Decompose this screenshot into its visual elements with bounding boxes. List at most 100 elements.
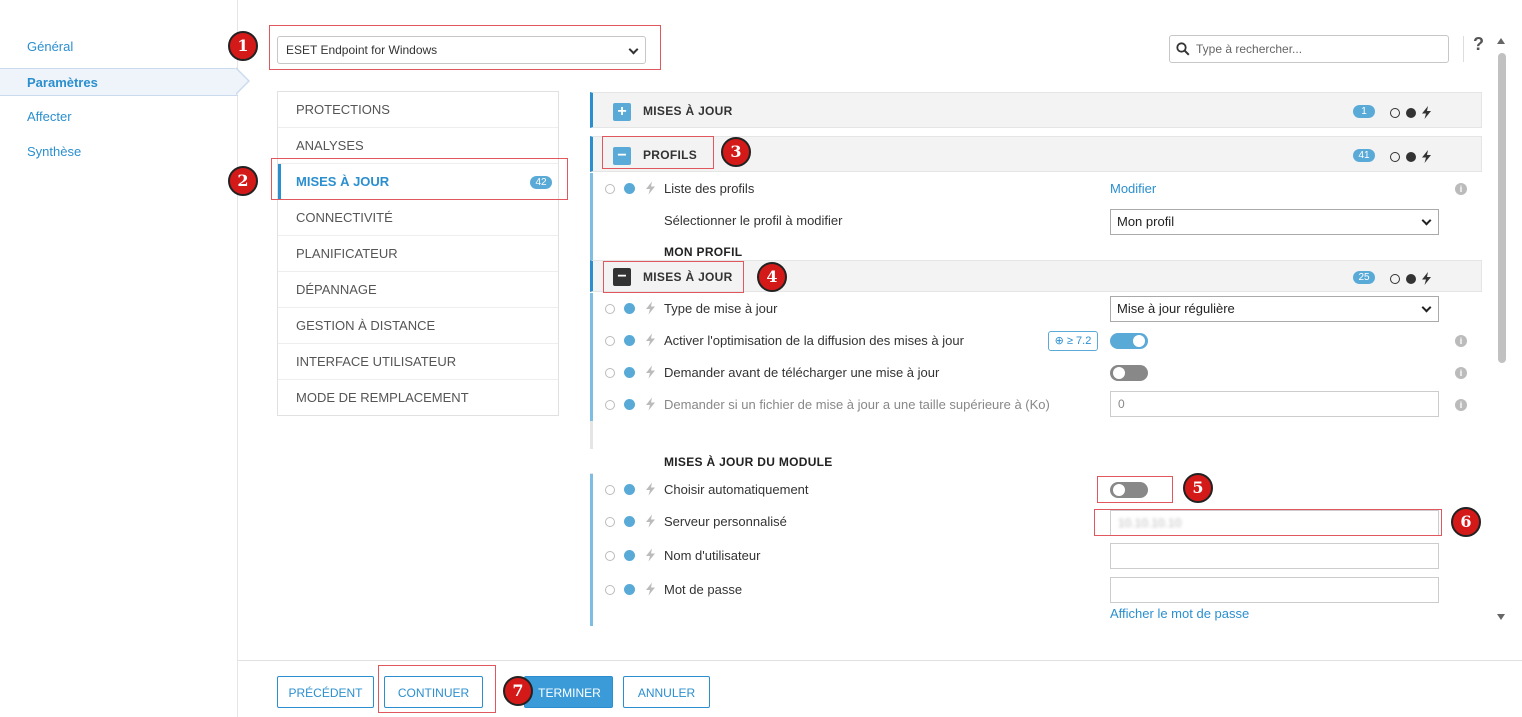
expand-icon[interactable]: + bbox=[613, 103, 631, 121]
show-password-link[interactable]: Afficher le mot de passe bbox=[1110, 606, 1249, 621]
bolt-icon[interactable] bbox=[646, 181, 655, 195]
bolt-icon[interactable] bbox=[646, 397, 655, 411]
setting-row-optimize: Activer l'optimisation de la diffusion d… bbox=[590, 325, 1482, 357]
ask-before-toggle[interactable] bbox=[1110, 365, 1148, 381]
category-item-override-mode[interactable]: MODE DE REMPLACEMENT bbox=[278, 380, 558, 416]
force-flag-icon[interactable] bbox=[624, 399, 635, 410]
previous-button[interactable]: PRÉCÉDENT bbox=[277, 676, 374, 708]
annotation-marker-1: 1 bbox=[228, 31, 258, 61]
apply-flag-icon[interactable] bbox=[605, 184, 615, 194]
section-header-updates[interactable]: + MISES À JOUR 1 bbox=[590, 92, 1482, 128]
apply-flag-icon[interactable] bbox=[605, 485, 615, 495]
nav-item-summary[interactable]: Synthèse bbox=[0, 138, 238, 166]
password-input[interactable] bbox=[1110, 577, 1439, 603]
bolt-icon[interactable] bbox=[646, 301, 655, 315]
setting-row-ask-size: Demander si un fichier de mise à jour a … bbox=[590, 389, 1482, 421]
scroll-down-icon[interactable] bbox=[1497, 614, 1505, 620]
category-item-connectivity[interactable]: CONNECTIVITÉ bbox=[278, 200, 558, 236]
bolt-icon[interactable] bbox=[1422, 272, 1431, 286]
optimize-toggle[interactable] bbox=[1110, 333, 1148, 349]
info-icon[interactable]: i bbox=[1455, 399, 1467, 411]
setting-row-update-type: Type de mise à jour Mise à jour régulièr… bbox=[590, 293, 1482, 325]
force-flag-icon[interactable] bbox=[624, 584, 635, 595]
scroll-up-icon[interactable] bbox=[1497, 38, 1505, 44]
left-navigation: Général Paramètres Affecter Synthèse bbox=[0, 0, 238, 717]
cancel-button[interactable]: ANNULER bbox=[623, 676, 710, 708]
annotation-box-7 bbox=[378, 665, 496, 713]
policy-flags bbox=[1390, 148, 1431, 164]
apply-flag-icon[interactable] bbox=[1390, 273, 1400, 284]
modify-profiles-link[interactable]: Modifier bbox=[1110, 173, 1156, 205]
chevron-down-icon bbox=[1421, 302, 1432, 313]
section-count-badge: 41 bbox=[1353, 149, 1375, 162]
force-flag-icon[interactable] bbox=[624, 303, 635, 314]
bolt-icon[interactable] bbox=[1422, 106, 1431, 120]
info-icon[interactable]: i bbox=[1455, 183, 1467, 195]
bolt-icon[interactable] bbox=[646, 514, 655, 528]
force-flag-icon[interactable] bbox=[624, 367, 635, 378]
annotation-marker-5: 5 bbox=[1183, 473, 1213, 503]
info-icon[interactable]: i bbox=[1455, 367, 1467, 379]
force-flag-icon[interactable] bbox=[624, 550, 635, 561]
category-item-troubleshooting[interactable]: DÉPANNAGE bbox=[278, 272, 558, 308]
apply-flag-icon[interactable] bbox=[1390, 107, 1400, 118]
settings-panel: + MISES À JOUR 1 − PROFILS 41 Liste des … bbox=[590, 90, 1483, 626]
bolt-icon[interactable] bbox=[646, 333, 655, 347]
setting-label: Activer l'optimisation de la diffusion d… bbox=[664, 333, 964, 348]
annotation-box-3 bbox=[602, 136, 714, 169]
force-flag-icon[interactable] bbox=[624, 335, 635, 346]
update-type-select[interactable]: Mise à jour régulière bbox=[1110, 296, 1439, 322]
apply-flag-icon[interactable] bbox=[605, 400, 615, 410]
setting-label: Demander avant de télécharger une mise à… bbox=[664, 365, 940, 380]
section-count-badge: 25 bbox=[1353, 271, 1375, 284]
annotation-marker-3: 3 bbox=[721, 137, 751, 167]
force-flag-icon[interactable] bbox=[624, 183, 635, 194]
setting-label: Sélectionner le profil à modifier bbox=[664, 213, 843, 228]
username-input[interactable] bbox=[1110, 543, 1439, 569]
module-heading-row: MISES À JOUR DU MODULE bbox=[590, 449, 1482, 473]
finish-button[interactable]: TERMINER bbox=[524, 676, 613, 708]
category-item-scheduler[interactable]: PLANIFICATEUR bbox=[278, 236, 558, 272]
force-flag-icon[interactable] bbox=[624, 484, 635, 495]
section-count-badge: 1 bbox=[1353, 105, 1375, 118]
bolt-icon[interactable] bbox=[646, 548, 655, 562]
setting-label: Mot de passe bbox=[664, 582, 743, 597]
setting-row-auto-choose: Choisir automatiquement bbox=[590, 474, 1482, 506]
apply-flag-icon[interactable] bbox=[605, 585, 615, 595]
bolt-icon[interactable] bbox=[646, 365, 655, 379]
setting-row-profile-select: Sélectionner le profil à modifier Mon pr… bbox=[590, 205, 1482, 239]
help-icon[interactable]: ? bbox=[1473, 34, 1484, 55]
scrollbar-thumb[interactable] bbox=[1498, 53, 1506, 363]
annotation-box-2 bbox=[271, 158, 568, 200]
nav-item-parameters[interactable]: Paramètres bbox=[0, 68, 238, 96]
apply-flag-icon[interactable] bbox=[605, 517, 615, 527]
category-item-protections[interactable]: PROTECTIONS bbox=[278, 92, 558, 128]
annotation-box-5 bbox=[1097, 476, 1173, 503]
category-list: PROTECTIONS ANALYSES MISES À JOUR 42 CON… bbox=[277, 91, 559, 416]
force-flag-icon[interactable] bbox=[1406, 107, 1416, 118]
apply-flag-icon[interactable] bbox=[605, 336, 615, 346]
setting-row-ask-before: Demander avant de télécharger une mise à… bbox=[590, 357, 1482, 389]
category-item-remote-management[interactable]: GESTION À DISTANCE bbox=[278, 308, 558, 344]
annotation-marker-7: 7 bbox=[503, 676, 533, 706]
nav-item-general[interactable]: Général bbox=[0, 33, 238, 61]
apply-flag-icon[interactable] bbox=[1390, 151, 1400, 162]
bolt-icon[interactable] bbox=[646, 482, 655, 496]
bolt-icon[interactable] bbox=[1422, 150, 1431, 164]
force-flag-icon[interactable] bbox=[1406, 151, 1416, 162]
search-placeholder: Type à rechercher... bbox=[1196, 42, 1303, 56]
setting-row-profile-list: Liste des profils Modifier i bbox=[590, 173, 1482, 205]
apply-flag-icon[interactable] bbox=[605, 368, 615, 378]
profile-select[interactable]: Mon profil bbox=[1110, 209, 1439, 235]
apply-flag-icon[interactable] bbox=[605, 304, 615, 314]
nav-item-assign[interactable]: Affecter bbox=[0, 103, 238, 131]
info-icon[interactable]: i bbox=[1455, 335, 1467, 347]
force-flag-icon[interactable] bbox=[624, 516, 635, 527]
force-flag-icon[interactable] bbox=[1406, 273, 1416, 284]
apply-flag-icon[interactable] bbox=[605, 551, 615, 561]
search-input[interactable]: Type à rechercher... bbox=[1169, 35, 1449, 63]
size-threshold-input[interactable]: 0 bbox=[1110, 391, 1439, 417]
bolt-icon[interactable] bbox=[646, 582, 655, 596]
annotation-box-4 bbox=[603, 261, 744, 293]
category-item-user-interface[interactable]: INTERFACE UTILISATEUR bbox=[278, 344, 558, 380]
